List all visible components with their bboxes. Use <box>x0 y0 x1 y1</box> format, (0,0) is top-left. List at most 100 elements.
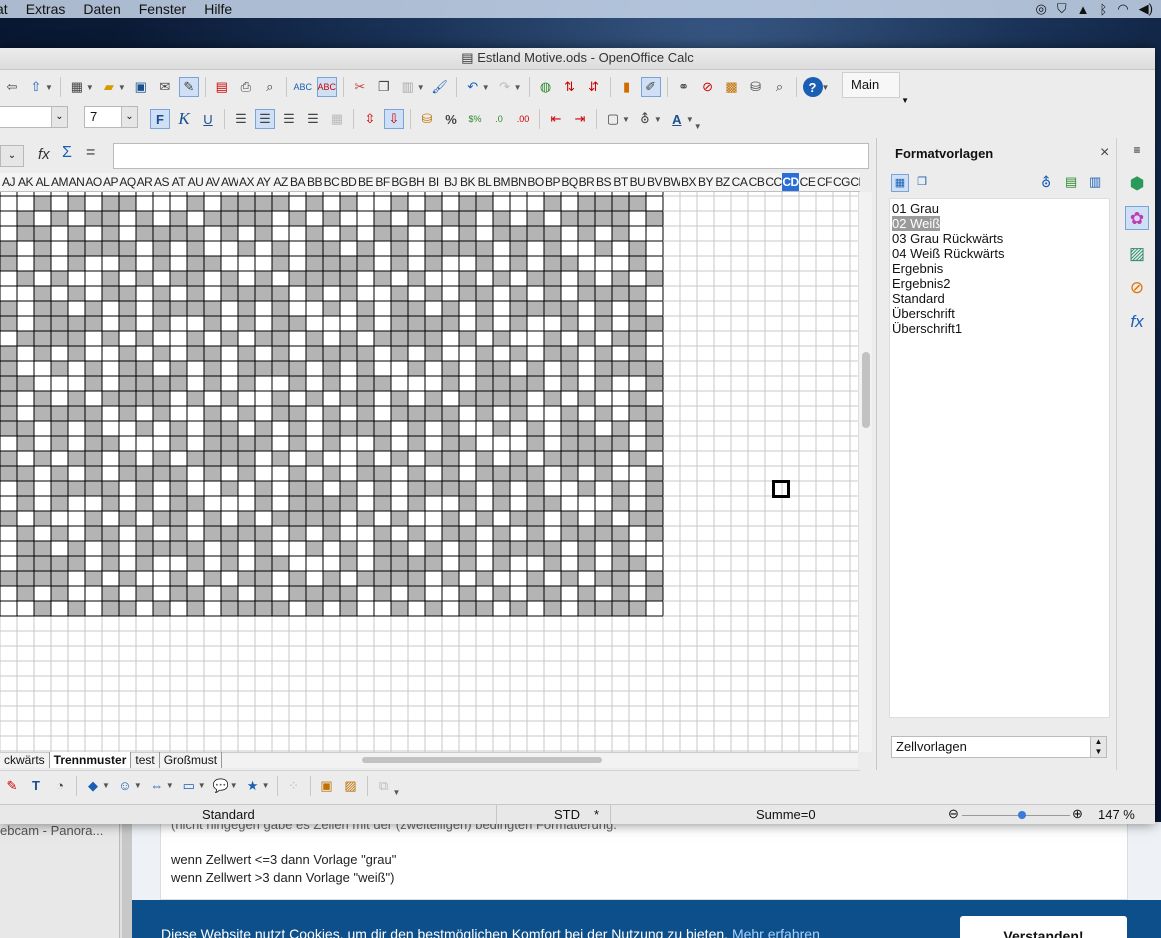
column-header-an[interactable]: AN <box>68 173 85 191</box>
column-header-bt[interactable]: BT <box>612 173 629 191</box>
column-header-be[interactable]: BE <box>357 173 374 191</box>
font-name-box[interactable]: ⌄ <box>0 106 68 128</box>
background-color-icon[interactable]: ⛢ <box>635 109 655 129</box>
new-document-icon[interactable]: ▦ <box>67 77 87 97</box>
align-right-icon[interactable]: ☰ <box>279 109 299 129</box>
pencil-icon[interactable]: ✎ <box>2 776 22 796</box>
zoom-track[interactable] <box>962 815 1070 816</box>
new-dropdown-icon[interactable]: ▼ <box>86 83 94 92</box>
font-size-dropdown-icon[interactable]: ⌄ <box>121 107 137 127</box>
callout-icon[interactable]: ◔ <box>50 776 70 796</box>
points-icon[interactable]: ⁘ <box>284 776 304 796</box>
font-color-icon[interactable]: A <box>667 109 687 129</box>
zoom-knob[interactable] <box>1018 811 1026 819</box>
merge-cells-icon[interactable]: ▦ <box>327 109 347 129</box>
style-item[interactable]: Ergebnis2 <box>892 276 1107 291</box>
flowchart-icon[interactable]: ▭ <box>179 776 199 796</box>
column-header-bs[interactable]: BS <box>595 173 612 191</box>
underline-button[interactable]: U <box>198 109 218 129</box>
cookie-more-link[interactable]: Mehr erfahren <box>732 926 820 938</box>
column-header-bm[interactable]: BM <box>493 173 510 191</box>
column-header-bn[interactable]: BN <box>510 173 527 191</box>
column-header-bq[interactable]: BQ <box>561 173 578 191</box>
column-header-ba[interactable]: BA <box>289 173 306 191</box>
filter-stepper-icon[interactable]: ▲ ▼ <box>1090 737 1106 757</box>
help-icon[interactable]: ? <box>802 77 823 97</box>
bold-button[interactable]: F <box>150 109 170 129</box>
column-header-bh[interactable]: BH <box>408 173 425 191</box>
function-wizard-icon[interactable]: fx <box>38 146 50 163</box>
column-header-av[interactable]: AV <box>204 173 221 191</box>
column-header-al[interactable]: AL <box>34 173 51 191</box>
column-header-au[interactable]: AU <box>187 173 204 191</box>
sheet-tab-test[interactable]: test <box>131 752 160 768</box>
close-icon[interactable]: × <box>1100 144 1109 162</box>
styles-icon[interactable]: ✿ <box>1125 206 1149 230</box>
arrow-up-icon[interactable]: ⇧ <box>26 77 46 97</box>
column-header-bl[interactable]: BL <box>476 173 493 191</box>
column-header-bo[interactable]: BO <box>527 173 544 191</box>
selection-mode[interactable]: STD <box>554 805 580 825</box>
format-paintbrush-icon[interactable]: 🖌 <box>430 77 450 97</box>
zoom-slider[interactable]: ⊖ ⊕ <box>948 806 1084 821</box>
font-name-dropdown-icon[interactable]: ⌄ <box>51 107 67 127</box>
borders-icon[interactable]: ▢ <box>603 109 623 129</box>
sheet-tab-grossmust[interactable]: Großmust <box>160 752 223 768</box>
edit-file-icon[interactable]: ✎ <box>178 77 199 97</box>
function-icon[interactable]: = <box>86 144 95 162</box>
column-header-bv[interactable]: BV <box>646 173 663 191</box>
column-header-bc[interactable]: BC <box>323 173 340 191</box>
cookie-accept-button[interactable]: Verstanden! <box>960 916 1127 938</box>
shield-icon[interactable]: ⛉ <box>1057 1 1067 17</box>
page-style[interactable]: Standard <box>202 805 255 825</box>
main-dropdown-icon[interactable]: ▼ <box>901 89 909 113</box>
drawing-options-icon[interactable]: ▼ <box>393 788 401 797</box>
sheet-tab[interactable]: ckwärts <box>0 752 50 768</box>
symbol-dropdown-icon[interactable]: ▼ <box>134 781 142 790</box>
volume-icon[interactable]: ◀) <box>1139 1 1153 17</box>
sum-icon[interactable]: Σ <box>62 144 72 162</box>
style-item[interactable]: 03 Grau Rückwärts <box>892 231 1107 246</box>
symbol-shapes-icon[interactable]: ☺ <box>115 776 135 796</box>
format-toolbar-options-icon[interactable]: ▼ <box>694 122 702 131</box>
decrease-indent-icon[interactable]: ⇤ <box>546 109 566 129</box>
email-icon[interactable]: ✉ <box>155 77 175 97</box>
undo-icon[interactable]: ↶ <box>463 77 483 97</box>
zoom-level[interactable]: 147 % <box>1098 805 1135 825</box>
copy-icon[interactable]: ❐ <box>374 77 394 97</box>
increase-indent-icon[interactable]: ⇥ <box>570 109 590 129</box>
arrow-left-icon[interactable]: ⇦ <box>2 77 22 97</box>
style-item-selected[interactable]: 02 Weiß <box>892 216 1107 231</box>
extrusion-icon[interactable]: ⧉ <box>374 776 394 796</box>
callouts-dropdown-icon[interactable]: ▼ <box>230 781 238 790</box>
column-header-aw[interactable]: AW <box>221 173 238 191</box>
cut-icon[interactable]: ✂ <box>350 77 370 97</box>
column-header-cf[interactable]: CF <box>816 173 833 191</box>
navigator-icon[interactable]: ⊘ <box>698 77 718 97</box>
sheet-tab-trennmuster[interactable]: Trennmuster <box>49 752 132 768</box>
column-header-bk[interactable]: BK <box>459 173 476 191</box>
block-arrows-icon[interactable]: ⇔ <box>147 776 167 796</box>
menu-extras-partial[interactable]: at <box>0 0 17 18</box>
from-file-icon[interactable]: ▨ <box>341 776 361 796</box>
zoom-out-icon[interactable]: ⊖ <box>948 804 959 824</box>
triangle-icon[interactable]: ▲ <box>1077 2 1090 17</box>
navigator-icon[interactable]: ⊘ <box>1125 276 1149 300</box>
column-header-ce[interactable]: CE <box>799 173 816 191</box>
column-header-ca[interactable]: CA <box>731 173 748 191</box>
new-style-icon[interactable]: ▤ <box>1065 174 1077 190</box>
style-filter-select[interactable]: Zellvorlagen ▲ ▼ <box>891 736 1107 758</box>
callouts-icon[interactable]: 💬 <box>211 776 231 796</box>
column-header-ap[interactable]: AP <box>102 173 119 191</box>
column-header-cb[interactable]: CB <box>748 173 765 191</box>
column-header-at[interactable]: AT <box>170 173 187 191</box>
stars-icon[interactable]: ★ <box>243 776 263 796</box>
fill-format-icon[interactable]: ⛢ <box>1041 174 1051 191</box>
column-header-aj[interactable]: AJ <box>0 173 17 191</box>
arrows-dropdown-icon[interactable]: ▼ <box>166 781 174 790</box>
column-header-ax[interactable]: AX <box>238 173 255 191</box>
data-sources-icon[interactable]: ⛁ <box>746 77 766 97</box>
autospellcheck-icon[interactable]: ABC <box>316 77 337 97</box>
basic-shapes-icon[interactable]: ◆ <box>83 776 103 796</box>
column-header-am[interactable]: AM <box>51 173 68 191</box>
